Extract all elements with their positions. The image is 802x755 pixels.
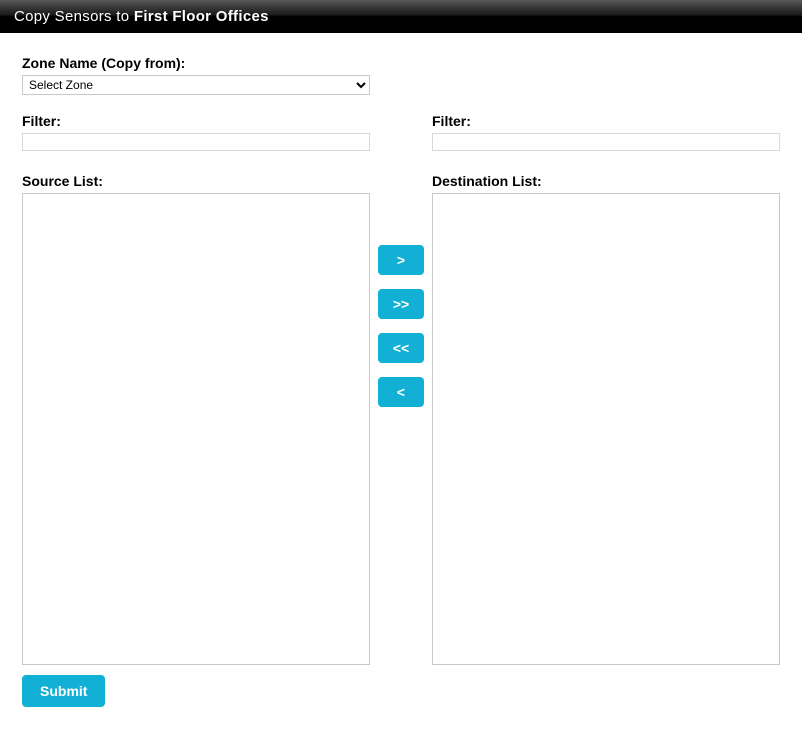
zone-label: Zone Name (Copy from): xyxy=(22,55,780,71)
destination-column: Filter: Destination List: xyxy=(432,113,780,665)
destination-listbox[interactable] xyxy=(432,193,780,665)
submit-row: Submit xyxy=(22,675,780,707)
move-left-button[interactable]: < xyxy=(378,377,424,407)
header-prefix: Copy Sensors to xyxy=(14,8,134,25)
destination-filter-input[interactable] xyxy=(432,133,780,151)
destination-list-label: Destination List: xyxy=(432,173,780,189)
destination-filter-group: Filter: xyxy=(432,113,780,151)
move-all-right-button[interactable]: >> xyxy=(378,289,424,319)
dialog-header: Copy Sensors to First Floor Offices xyxy=(0,0,802,33)
transfer-columns: Filter: Source List: > >> << < Filter: D… xyxy=(22,113,780,665)
submit-button[interactable]: Submit xyxy=(22,675,105,707)
move-all-left-button[interactable]: << xyxy=(378,333,424,363)
zone-select-group: Zone Name (Copy from): Select Zone xyxy=(22,55,780,95)
destination-list-group: Destination List: xyxy=(432,173,780,665)
source-listbox[interactable] xyxy=(22,193,370,665)
header-target-zone: First Floor Offices xyxy=(134,8,269,25)
source-column: Filter: Source List: xyxy=(22,113,370,665)
source-filter-input[interactable] xyxy=(22,133,370,151)
dialog-body: Zone Name (Copy from): Select Zone Filte… xyxy=(0,33,802,729)
source-list-group: Source List: xyxy=(22,173,370,665)
move-right-button[interactable]: > xyxy=(378,245,424,275)
source-filter-label: Filter: xyxy=(22,113,370,129)
destination-filter-label: Filter: xyxy=(432,113,780,129)
transfer-buttons: > >> << < xyxy=(370,113,432,407)
zone-select[interactable]: Select Zone xyxy=(22,75,370,95)
source-filter-group: Filter: xyxy=(22,113,370,151)
source-list-label: Source List: xyxy=(22,173,370,189)
